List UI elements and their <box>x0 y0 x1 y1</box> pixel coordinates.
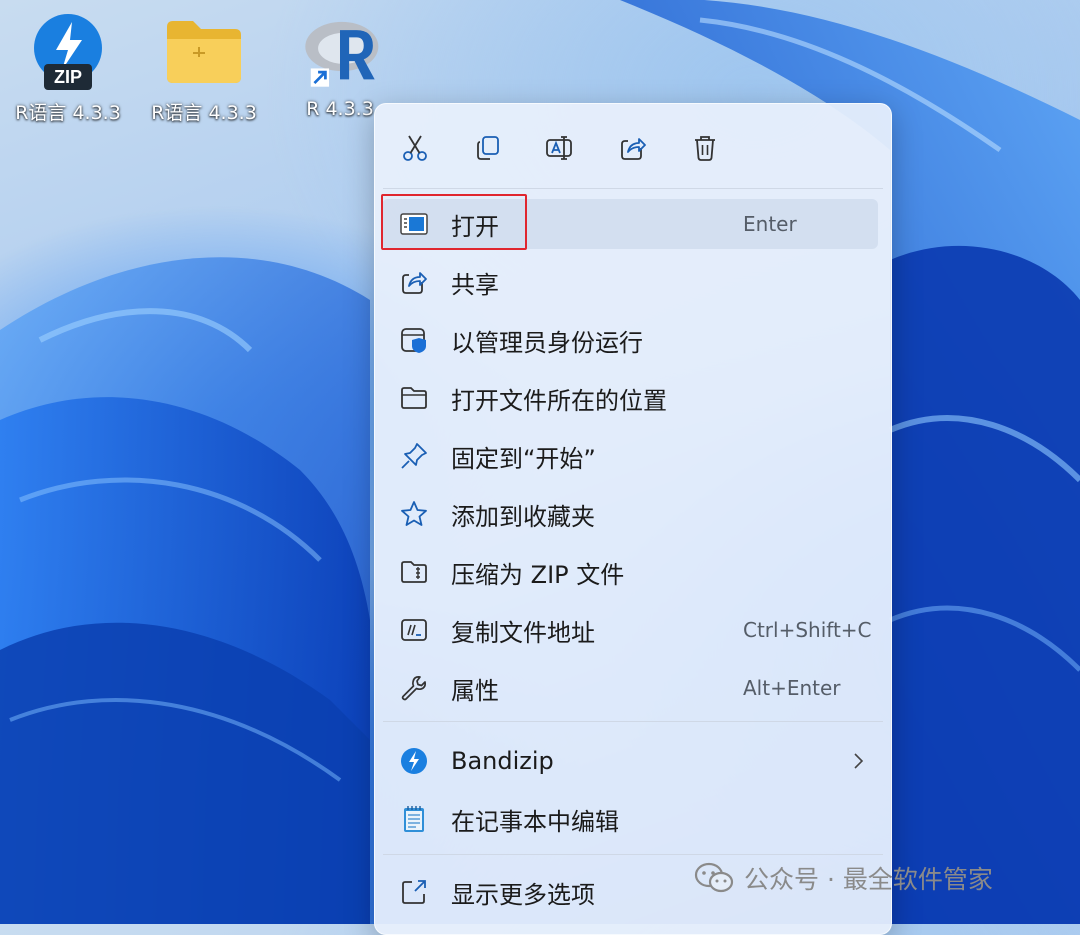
folder-icon <box>162 10 246 94</box>
menu-item-shortcut: Ctrl+Shift+C <box>743 618 872 642</box>
copy-path-icon <box>400 616 428 644</box>
desktop-icon-zip[interactable]: ZIP R语言 4.3.3 <box>8 10 128 130</box>
menu-item-label: 打开文件所在的位置 <box>451 386 667 415</box>
context-menu-toolbar <box>375 104 891 188</box>
menu-item-label: 添加到收藏夹 <box>451 502 595 531</box>
notepad-icon <box>400 805 428 833</box>
pin-icon <box>400 442 428 470</box>
share-icon <box>621 138 646 160</box>
rename-button[interactable] <box>540 128 580 168</box>
share-icon <box>400 268 428 296</box>
separator <box>383 721 883 722</box>
copy-icon <box>477 136 499 160</box>
menu-item-bandizip[interactable]: Bandizip <box>382 736 878 786</box>
more-options-icon <box>400 878 428 906</box>
desktop-icon-label: R 4.3.3 <box>306 98 374 120</box>
menu-item-pin-to-start[interactable]: 固定到“开始” <box>382 431 878 481</box>
chevron-right-icon <box>854 753 864 769</box>
desktop-icon-label: R语言 4.3.3 <box>151 102 257 124</box>
scissors-icon <box>403 135 427 161</box>
menu-item-label: 共享 <box>451 270 499 299</box>
menu-item-label: 打开 <box>451 212 499 241</box>
watermark: 公众号 · 最全软件管家 <box>694 860 993 896</box>
menu-item-label: 以管理员身份运行 <box>451 328 643 357</box>
bandizip-zip-icon: ZIP <box>26 10 110 94</box>
menu-item-shortcut: Alt+Enter <box>743 676 841 700</box>
context-menu: 打开 Enter 共享 以管理员身份运行 打开文件所在的位置 固定到“开始” 添… <box>374 103 892 935</box>
separator <box>383 188 883 189</box>
open-app-icon <box>400 210 428 238</box>
menu-item-compress-zip[interactable]: 压缩为 ZIP 文件 <box>382 547 878 597</box>
star-icon <box>400 500 428 528</box>
trash-icon <box>695 136 715 161</box>
r-logo-shortcut-icon <box>298 10 382 94</box>
copy-button[interactable] <box>468 128 508 168</box>
menu-item-edit-in-notepad[interactable]: 在记事本中编辑 <box>382 794 878 844</box>
desktop-icon-folder[interactable]: R语言 4.3.3 <box>144 10 264 130</box>
menu-item-label: 固定到“开始” <box>451 444 596 473</box>
menu-item-properties[interactable]: 属性 Alt+Enter <box>382 663 878 713</box>
wrench-icon <box>400 674 428 702</box>
watermark-text: 公众号 · 最全软件管家 <box>744 865 993 894</box>
rename-icon <box>546 136 572 160</box>
svg-text:ZIP: ZIP <box>54 67 82 87</box>
menu-item-open[interactable]: 打开 Enter <box>382 199 878 249</box>
folder-outline-icon <box>400 384 428 412</box>
menu-item-label: 属性 <box>451 676 499 705</box>
menu-item-label: Bandizip <box>451 747 554 775</box>
cut-button[interactable] <box>395 128 435 168</box>
zip-folder-icon <box>400 558 428 586</box>
desktop-icon-label: R语言 4.3.3 <box>15 102 121 124</box>
share-button[interactable] <box>613 128 653 168</box>
menu-item-shortcut: Enter <box>743 212 797 236</box>
menu-item-copy-path[interactable]: 复制文件地址 Ctrl+Shift+C <box>382 605 878 655</box>
menu-item-run-as-admin[interactable]: 以管理员身份运行 <box>382 315 878 365</box>
menu-item-label: 复制文件地址 <box>451 618 595 647</box>
admin-shield-icon <box>400 326 428 354</box>
menu-item-label: 压缩为 ZIP 文件 <box>451 560 625 589</box>
delete-button[interactable] <box>685 128 725 168</box>
menu-item-open-file-location[interactable]: 打开文件所在的位置 <box>382 373 878 423</box>
bandizip-icon <box>400 747 428 775</box>
menu-item-label: 显示更多选项 <box>451 880 595 909</box>
wechat-icon <box>694 862 734 893</box>
separator <box>383 854 883 855</box>
menu-item-share[interactable]: 共享 <box>382 257 878 307</box>
menu-item-add-to-favorites[interactable]: 添加到收藏夹 <box>382 489 878 539</box>
menu-item-label: 在记事本中编辑 <box>451 807 619 836</box>
